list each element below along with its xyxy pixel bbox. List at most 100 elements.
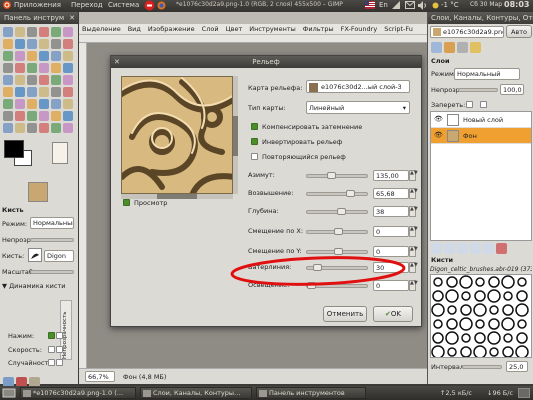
brush-thumb[interactable] bbox=[445, 289, 459, 303]
yoffset-slider[interactable] bbox=[306, 248, 368, 255]
eye-icon[interactable]: 👁 bbox=[434, 115, 443, 123]
tool-icon[interactable] bbox=[51, 99, 61, 109]
undo-tab-icon[interactable] bbox=[470, 42, 481, 53]
elevation-slider[interactable] bbox=[306, 190, 368, 197]
xoffset-input[interactable]: 0 bbox=[373, 226, 409, 237]
tool-icon[interactable] bbox=[3, 99, 13, 109]
stop-icon[interactable] bbox=[144, 0, 155, 11]
tool-icon[interactable] bbox=[51, 27, 61, 37]
tool-icon[interactable] bbox=[39, 27, 49, 37]
brush-thumb[interactable] bbox=[503, 333, 513, 343]
brush-thumb[interactable] bbox=[431, 345, 445, 358]
elevation-spin-arrows[interactable]: ▲▼ bbox=[409, 188, 418, 199]
brush-thumb[interactable] bbox=[474, 290, 486, 302]
zoom-select[interactable]: 66,7% bbox=[85, 371, 115, 382]
foreground-color-swatch-top[interactable] bbox=[4, 140, 24, 158]
brush-thumb[interactable] bbox=[503, 291, 513, 301]
elevation-slider-knob[interactable] bbox=[345, 190, 355, 197]
menu-item[interactable]: Инструменты bbox=[249, 25, 296, 33]
waterlevel-input[interactable]: 30 bbox=[373, 262, 409, 273]
cancel-button[interactable]: Отменить bbox=[323, 306, 367, 322]
tool-icon[interactable] bbox=[15, 99, 25, 109]
tool-icon[interactable] bbox=[15, 51, 25, 61]
xoffset-spin-arrows[interactable]: ▲▼ bbox=[409, 226, 418, 237]
ambient-slider[interactable] bbox=[306, 282, 368, 289]
brush-thumb[interactable] bbox=[433, 277, 443, 287]
tool-icon[interactable] bbox=[3, 63, 13, 73]
brush-thumb[interactable] bbox=[446, 276, 458, 288]
layer-row[interactable]: 👁 Новый слой bbox=[431, 112, 531, 128]
tool-icon[interactable] bbox=[63, 75, 73, 85]
brush-thumb[interactable] bbox=[487, 331, 501, 345]
tool-icon[interactable] bbox=[27, 27, 37, 37]
tool-icon[interactable] bbox=[15, 87, 25, 97]
brush-thumb[interactable] bbox=[461, 333, 471, 343]
menu-item[interactable]: FX-Foundry bbox=[341, 25, 378, 33]
lower-layer-icon[interactable] bbox=[457, 243, 468, 254]
mode-select[interactable]: Нормальный bbox=[30, 217, 74, 229]
menu-item[interactable]: Вид bbox=[128, 25, 141, 33]
yoffset-spin-arrows[interactable]: ▲▼ bbox=[409, 246, 418, 257]
brush-thumb[interactable] bbox=[460, 346, 472, 357]
tool-icon[interactable] bbox=[39, 111, 49, 121]
tool-icon[interactable] bbox=[3, 27, 13, 37]
azimuth-spin-arrows[interactable]: ▲▼ bbox=[409, 170, 418, 181]
tool-icon[interactable] bbox=[39, 87, 49, 97]
tool-icon[interactable] bbox=[3, 51, 13, 61]
random-opacity-checkbox[interactable] bbox=[48, 359, 55, 366]
tool-icon[interactable] bbox=[51, 39, 61, 49]
tool-icon[interactable] bbox=[27, 123, 37, 133]
tool-icon[interactable] bbox=[15, 111, 25, 121]
scale-slider[interactable] bbox=[30, 270, 74, 274]
tool-icon[interactable] bbox=[51, 63, 61, 73]
depth-slider-knob[interactable] bbox=[337, 208, 347, 215]
tool-icon[interactable] bbox=[27, 111, 37, 121]
new-layer-icon[interactable] bbox=[431, 243, 442, 254]
brush-thumb[interactable] bbox=[515, 303, 529, 317]
tool-icon[interactable] bbox=[63, 87, 73, 97]
brush-thumb[interactable] bbox=[431, 303, 445, 317]
tool-icon[interactable] bbox=[51, 51, 61, 61]
brush-name[interactable]: Digon bbox=[44, 250, 74, 262]
brush-thumb[interactable] bbox=[475, 277, 485, 287]
brush-thumb[interactable] bbox=[516, 332, 528, 344]
brush-thumb[interactable] bbox=[447, 347, 457, 357]
taskbar-button[interactable]: Панель инструментов bbox=[256, 387, 366, 399]
brush-preview-thumb[interactable] bbox=[28, 182, 48, 202]
menu-item[interactable]: Выделение bbox=[82, 25, 121, 33]
taskbar-button[interactable]: Слои, Каналы, Контуры… bbox=[140, 387, 252, 399]
dialog-close-icon[interactable]: ✕ bbox=[114, 56, 120, 68]
azimuth-slider-knob[interactable] bbox=[326, 172, 336, 179]
raise-layer-icon[interactable] bbox=[444, 243, 455, 254]
lock-pixels-checkbox[interactable] bbox=[466, 101, 473, 108]
brush-thumb[interactable] bbox=[501, 275, 515, 289]
tool-icon[interactable] bbox=[51, 123, 61, 133]
tool-icon[interactable] bbox=[27, 51, 37, 61]
brush-thumb[interactable] bbox=[489, 347, 499, 357]
tool-icon[interactable] bbox=[3, 123, 13, 133]
brush-thumb[interactable] bbox=[473, 345, 487, 358]
horizontal-ruler[interactable] bbox=[79, 35, 427, 43]
spacing-slider[interactable] bbox=[462, 365, 502, 369]
brush-thumb[interactable] bbox=[502, 304, 514, 316]
tool-icon[interactable] bbox=[63, 39, 73, 49]
preview-image[interactable] bbox=[121, 76, 233, 194]
brush-thumb[interactable] bbox=[488, 318, 500, 330]
pressure-size-checkbox[interactable] bbox=[56, 332, 63, 339]
brush-thumb[interactable] bbox=[473, 303, 487, 317]
menu-item[interactable]: Изображение bbox=[148, 25, 195, 33]
opacity-slider[interactable] bbox=[30, 238, 74, 242]
tool-icon[interactable] bbox=[51, 111, 61, 121]
image-selector[interactable]: e1076c30d2a9.png-1 bbox=[430, 26, 504, 38]
depth-input[interactable]: 38 bbox=[373, 206, 409, 217]
dynamics-label[interactable]: ▼ Динамика кисти bbox=[2, 282, 65, 290]
depth-spin-arrows[interactable]: ▲▼ bbox=[409, 206, 418, 217]
close-icon[interactable]: ✕ bbox=[69, 12, 75, 24]
ambient-slider-knob[interactable] bbox=[307, 282, 316, 289]
xoffset-slider[interactable] bbox=[306, 228, 368, 235]
tool-icon[interactable] bbox=[15, 75, 25, 85]
pressure-opacity-checkbox[interactable] bbox=[48, 332, 55, 339]
brush-thumb[interactable] bbox=[487, 289, 501, 303]
delete-layer-icon[interactable] bbox=[496, 243, 507, 254]
brush-thumb[interactable] bbox=[447, 305, 457, 315]
